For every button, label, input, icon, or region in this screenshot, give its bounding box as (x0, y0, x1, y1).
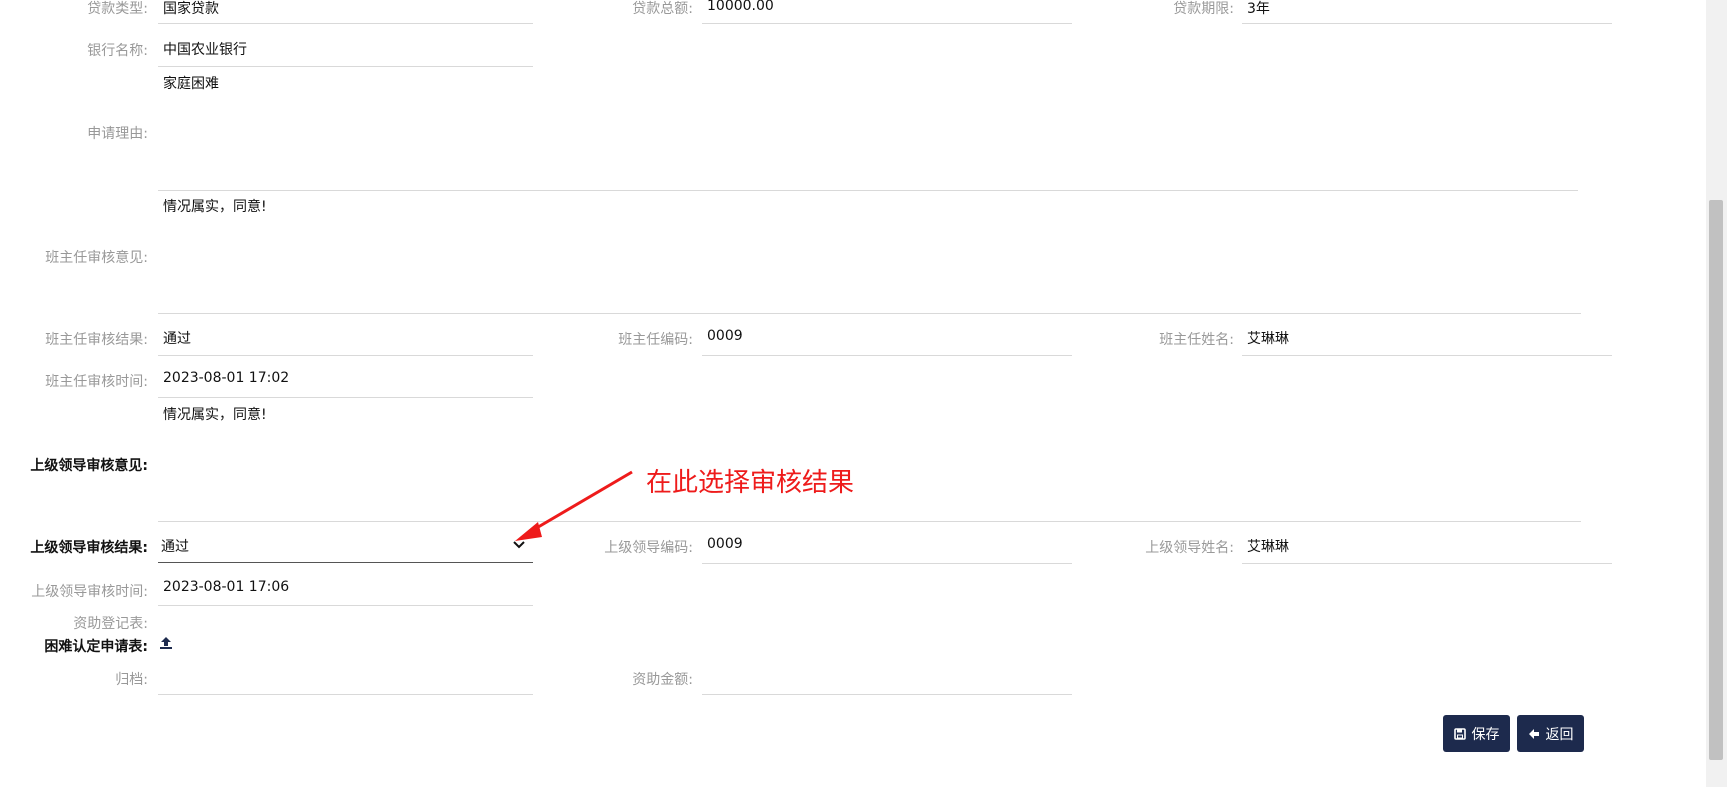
loan-term-label: 贷款期限: (1173, 1, 1234, 17)
upload-icon[interactable] (159, 636, 173, 650)
back-button-label: 返回 (1545, 726, 1574, 743)
leader-opinion-label: 上级领导审核意见: (30, 458, 148, 474)
leader-code-label: 上级领导编码: (604, 540, 693, 556)
teacher-name-value: 艾琳琳 (1247, 331, 1289, 347)
chevron-down-icon (513, 541, 525, 549)
loan-total-underline (702, 23, 1072, 24)
teacher-time-value: 2023-08-01 17:02 (163, 370, 290, 386)
leader-time-label: 上级领导审核时间: (31, 584, 148, 600)
aid-register-label: 资助登记表: (73, 616, 148, 632)
leader-name-label: 上级领导姓名: (1145, 540, 1234, 556)
archive-field[interactable] (158, 660, 533, 694)
leader-result-label: 上级领导审核结果: (30, 540, 148, 556)
loan-term-value: 3年 (1247, 1, 1270, 17)
leader-name-value: 艾琳琳 (1247, 539, 1289, 555)
difficulty-form-label: 困难认定申请表: (44, 639, 148, 655)
teacher-name-label: 班主任姓名: (1159, 332, 1234, 348)
teacher-time-underline (158, 397, 533, 398)
aid-amount-field[interactable] (702, 660, 1072, 694)
loan-type-label: 贷款类型: (87, 1, 148, 17)
loan-term-underline (1242, 23, 1612, 24)
leader-opinion-textarea[interactable]: 情况属实，同意! (163, 404, 267, 424)
leader-result-underline (158, 562, 533, 563)
apply-reason-textarea[interactable]: 家庭困难 (163, 73, 219, 93)
loan-type-underline (158, 23, 533, 24)
teacher-result-value: 通过 (163, 331, 191, 347)
leader-code-value: 0009 (707, 536, 743, 552)
teacher-opinion-textarea[interactable]: 情况属实，同意! (163, 196, 267, 216)
leader-code-underline (702, 563, 1072, 564)
leader-time-underline (158, 605, 533, 606)
leader-opinion-underline (158, 521, 1581, 522)
teacher-result-label: 班主任审核结果: (45, 332, 148, 348)
loan-type-value: 国家贷款 (163, 1, 219, 17)
teacher-opinion-label: 班主任审核意见: (45, 250, 148, 266)
leader-time-value: 2023-08-01 17:06 (163, 579, 290, 595)
bank-name-underline (158, 66, 533, 67)
back-button[interactable]: 返回 (1517, 715, 1584, 752)
bank-name-label: 银行名称: (87, 43, 148, 59)
teacher-code-value: 0009 (707, 328, 743, 344)
archive-label: 归档: (115, 672, 148, 688)
save-button-label: 保存 (1471, 726, 1500, 743)
annotation-text: 在此选择审核结果 (646, 468, 855, 498)
floppy-icon (1453, 727, 1466, 740)
archive-underline (158, 694, 533, 695)
teacher-name-underline (1242, 355, 1612, 356)
apply-reason-underline (158, 190, 1578, 191)
teacher-code-label: 班主任编码: (618, 332, 693, 348)
teacher-code-underline (702, 355, 1072, 356)
aid-amount-underline (702, 694, 1072, 695)
apply-reason-label: 申请理由: (87, 126, 148, 142)
scrollbar-thumb[interactable] (1709, 200, 1723, 760)
arrow-left-icon (1528, 728, 1539, 739)
bank-name-value[interactable]: 中国农业银行 (163, 39, 247, 59)
teacher-result-underline (158, 355, 533, 356)
leader-result-select[interactable]: 通过 (158, 528, 533, 562)
leader-result-value: 通过 (161, 539, 189, 555)
aid-amount-label: 资助金额: (632, 672, 693, 688)
teacher-opinion-underline (158, 313, 1581, 314)
save-button[interactable]: 保存 (1443, 715, 1510, 752)
leader-name-underline (1242, 563, 1612, 564)
teacher-time-label: 班主任审核时间: (45, 374, 148, 390)
loan-total-value: 10000.00 (707, 0, 774, 14)
loan-total-label: 贷款总额: (632, 1, 693, 17)
